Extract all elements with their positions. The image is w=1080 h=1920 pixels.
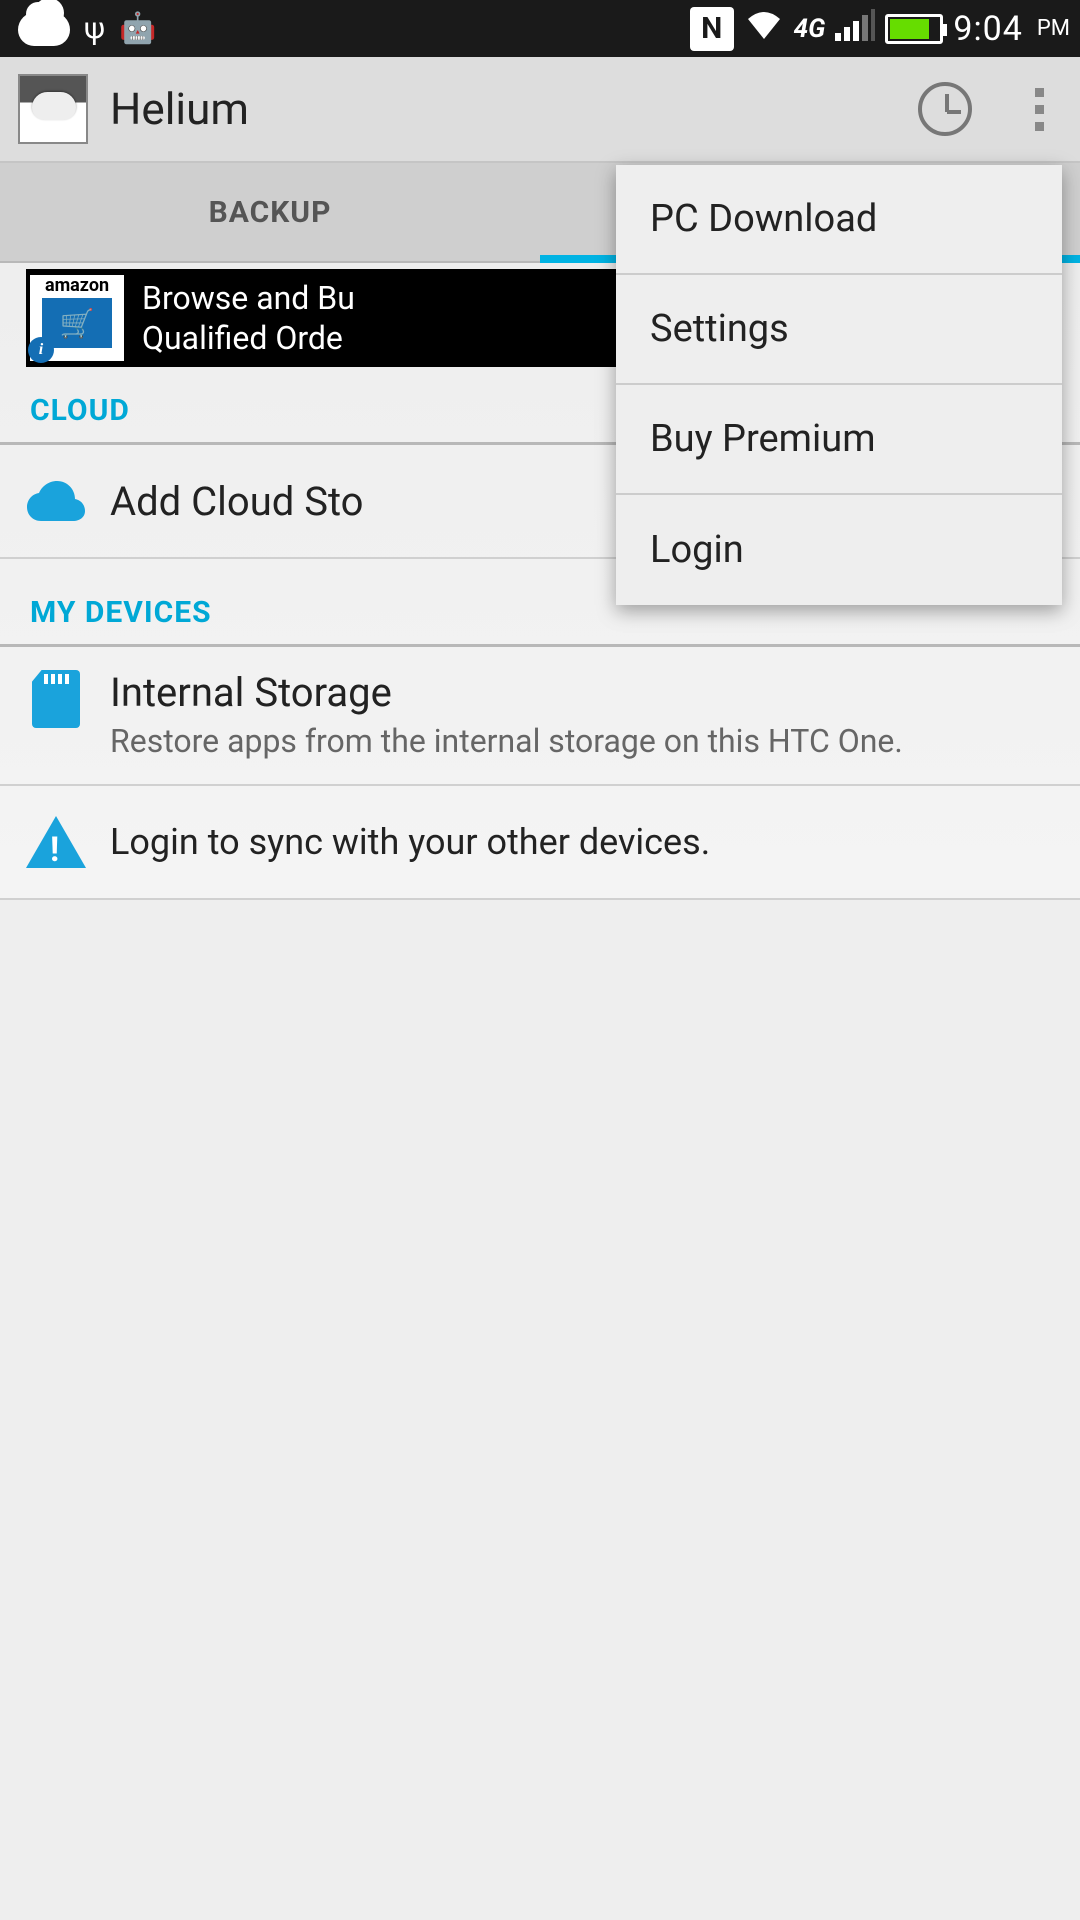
status-time-ampm: PM: [1037, 16, 1070, 41]
amazon-logo-icon: amazon 🛒 i: [30, 275, 124, 361]
battery-charging-icon: [885, 14, 943, 44]
action-bar: Helium: [0, 57, 1080, 163]
wifi-icon: [744, 9, 784, 49]
amazon-logo-text: amazon: [45, 275, 109, 296]
cloud-notification-icon: [18, 12, 70, 46]
status-bar: ψ 🤖 N 4G 9:04 PM: [0, 0, 1080, 57]
login-sync-item[interactable]: Login to sync with your other devices.: [0, 786, 1080, 900]
ad-text: Browse and Bu Qualified Orde: [128, 278, 355, 358]
internal-storage-item[interactable]: Internal Storage Restore apps from the i…: [0, 647, 1080, 786]
signal-icon: [835, 9, 875, 49]
cloud-icon: [26, 471, 86, 531]
overflow-menu: PC Download Settings Buy Premium Login: [616, 165, 1062, 605]
menu-item-buy-premium[interactable]: Buy Premium: [616, 385, 1062, 495]
android-icon: 🤖: [119, 11, 156, 46]
sd-card-icon: [26, 669, 86, 729]
cart-icon: 🛒: [42, 298, 112, 348]
ad-info-icon[interactable]: i: [28, 337, 54, 363]
nfc-icon: N: [690, 7, 734, 51]
tab-backup[interactable]: BACKUP: [0, 163, 540, 261]
menu-item-settings[interactable]: Settings: [616, 275, 1062, 385]
list-item-title: Login to sync with your other devices.: [110, 821, 1054, 863]
app-title: Helium: [110, 83, 249, 135]
status-time: 9:04: [953, 9, 1023, 49]
list-item-title: Internal Storage: [110, 669, 1054, 716]
network-type-icon: 4G: [794, 14, 826, 44]
app-icon: [18, 74, 88, 144]
menu-item-pc-download[interactable]: PC Download: [616, 165, 1062, 275]
overflow-menu-button[interactable]: [1022, 88, 1062, 131]
history-icon[interactable]: [918, 82, 972, 136]
usb-icon: ψ: [84, 11, 105, 46]
menu-item-login[interactable]: Login: [616, 495, 1062, 605]
warning-icon: [26, 812, 86, 872]
list-item-subtitle: Restore apps from the internal storage o…: [110, 720, 1054, 762]
